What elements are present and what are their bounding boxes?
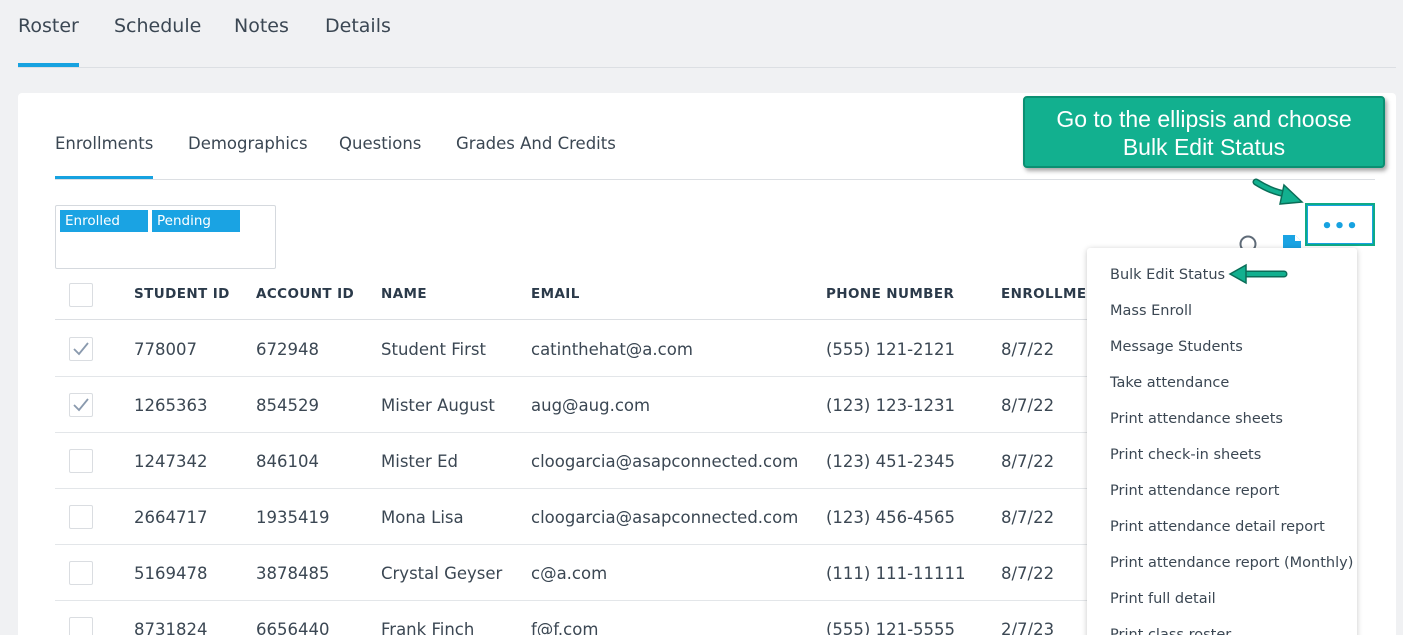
tab-questions[interactable]: Questions <box>339 134 421 153</box>
filter-chip-pending[interactable]: Pending <box>152 210 240 232</box>
header-phone-number[interactable]: PHONE NUMBER <box>826 286 954 302</box>
cell-phone: (123) 456-4565 <box>826 508 956 527</box>
header-student-id[interactable]: STUDENT ID <box>134 286 230 302</box>
cell-student-id: 1265363 <box>134 396 208 415</box>
select-all-checkbox[interactable] <box>69 283 93 307</box>
cell-phone: (555) 121-2121 <box>826 340 956 359</box>
tab-details[interactable]: Details <box>325 15 391 37</box>
tab-demographics[interactable]: Demographics <box>188 134 308 153</box>
header-enrollment[interactable]: ENROLLMEN <box>1001 286 1098 302</box>
cell-student-id: 778007 <box>134 340 197 359</box>
status-filter-box[interactable]: Enrolled Pending <box>55 205 276 269</box>
cell-email: catinthehat@a.com <box>531 340 693 359</box>
callout-line-2: Bulk Edit Status <box>1122 134 1286 160</box>
arrow-to-bulk-edit-icon <box>1228 263 1288 285</box>
tab-notes[interactable]: Notes <box>234 15 289 37</box>
table-row[interactable]: 2664717 1935419 Mona Lisa cloogarcia@asa… <box>55 489 1115 545</box>
more-options-menu: Bulk Edit Status Mass Enroll Message Stu… <box>1087 248 1357 635</box>
cell-email: cloogarcia@asapconnected.com <box>531 452 799 471</box>
row-checkbox[interactable] <box>69 449 93 473</box>
cell-enrollment: 8/7/22 <box>1001 564 1055 583</box>
menu-item-print-class-roster[interactable]: Print class roster <box>1110 627 1231 635</box>
cell-student-id: 2664717 <box>134 508 208 527</box>
top-tab-bar: Roster Schedule Notes Details <box>18 0 1396 68</box>
row-checkbox[interactable] <box>69 393 93 417</box>
more-options-button[interactable]: ••• <box>1305 203 1375 246</box>
cell-student-id: 5169478 <box>134 564 208 583</box>
menu-item-print-full-detail[interactable]: Print full detail <box>1110 591 1216 607</box>
cell-email: cloogarcia@asapconnected.com <box>531 508 799 527</box>
checkmark-icon <box>73 398 89 412</box>
cell-account-id: 672948 <box>256 340 319 359</box>
ellipsis-icon: ••• <box>1321 216 1359 237</box>
checkmark-icon <box>73 342 89 356</box>
cell-phone: (123) 123-1231 <box>826 396 956 415</box>
menu-item-print-check-in-sheets[interactable]: Print check-in sheets <box>1110 447 1261 463</box>
row-checkbox[interactable] <box>69 617 93 635</box>
cell-phone: (123) 451-2345 <box>826 452 956 471</box>
cell-phone: (555) 121-5555 <box>826 620 956 635</box>
menu-item-mass-enroll[interactable]: Mass Enroll <box>1110 303 1192 319</box>
cell-email: f@f.com <box>531 620 599 635</box>
cell-enrollment: 2/7/23 <box>1001 620 1055 635</box>
cell-account-id: 854529 <box>256 396 319 415</box>
cell-enrollment: 8/7/22 <box>1001 396 1055 415</box>
cell-account-id: 3878485 <box>256 564 330 583</box>
header-name[interactable]: NAME <box>381 286 427 302</box>
menu-item-print-attendance-sheets[interactable]: Print attendance sheets <box>1110 411 1283 427</box>
header-account-id[interactable]: ACCOUNT ID <box>256 286 354 302</box>
menu-item-print-attendance-report[interactable]: Print attendance report <box>1110 483 1279 499</box>
table-row[interactable]: 778007 672948 Student First catinthehat@… <box>55 321 1115 377</box>
menu-item-bulk-edit-status[interactable]: Bulk Edit Status <box>1110 267 1225 283</box>
table-row[interactable]: 1265363 854529 Mister August aug@aug.com… <box>55 377 1115 433</box>
cell-name[interactable]: Mona Lisa <box>381 508 464 527</box>
header-email[interactable]: EMAIL <box>531 286 580 302</box>
cell-enrollment: 8/7/22 <box>1001 340 1055 359</box>
cell-enrollment: 8/7/22 <box>1001 508 1055 527</box>
cell-name[interactable]: Frank Finch <box>381 620 474 635</box>
menu-item-print-attendance-detail-report[interactable]: Print attendance detail report <box>1110 519 1325 535</box>
tab-grades-and-credits[interactable]: Grades And Credits <box>456 134 616 153</box>
table-row[interactable]: 5169478 3878485 Crystal Geyser c@a.com (… <box>55 545 1115 601</box>
menu-item-print-attendance-report-monthly[interactable]: Print attendance report (Monthly) <box>1110 555 1353 571</box>
menu-item-message-students[interactable]: Message Students <box>1110 339 1243 355</box>
cell-name[interactable]: Mister Ed <box>381 452 458 471</box>
filter-chip-enrolled[interactable]: Enrolled <box>60 210 148 232</box>
cell-name[interactable]: Crystal Geyser <box>381 564 502 583</box>
cell-account-id: 1935419 <box>256 508 330 527</box>
cell-enrollment: 8/7/22 <box>1001 452 1055 471</box>
table-header-row: STUDENT ID ACCOUNT ID NAME EMAIL PHONE N… <box>55 266 1115 320</box>
cell-student-id: 8731824 <box>134 620 208 635</box>
tab-roster[interactable]: Roster <box>18 15 79 67</box>
arrow-to-ellipsis-icon <box>1252 178 1304 205</box>
cell-student-id: 1247342 <box>134 452 208 471</box>
row-checkbox[interactable] <box>69 561 93 585</box>
cell-account-id: 6656440 <box>256 620 330 635</box>
cell-phone: (111) 111-11111 <box>826 564 966 583</box>
cell-name[interactable]: Student First <box>381 340 486 359</box>
cell-account-id: 846104 <box>256 452 319 471</box>
cell-name[interactable]: Mister August <box>381 396 495 415</box>
row-checkbox[interactable] <box>69 337 93 361</box>
instruction-callout: Go to the ellipsis and choose Bulk Edit … <box>1023 96 1385 168</box>
menu-item-take-attendance[interactable]: Take attendance <box>1110 375 1229 391</box>
tab-schedule[interactable]: Schedule <box>114 15 201 37</box>
row-checkbox[interactable] <box>69 505 93 529</box>
cell-email: aug@aug.com <box>531 396 651 415</box>
tab-enrollments[interactable]: Enrollments <box>55 134 154 179</box>
table-row[interactable]: 1247342 846104 Mister Ed cloogarcia@asap… <box>55 433 1115 489</box>
table-row[interactable]: 8731824 6656440 Frank Finch f@f.com (555… <box>55 601 1115 635</box>
cell-email: c@a.com <box>531 564 608 583</box>
callout-line-1: Go to the ellipsis and choose <box>1056 106 1352 132</box>
